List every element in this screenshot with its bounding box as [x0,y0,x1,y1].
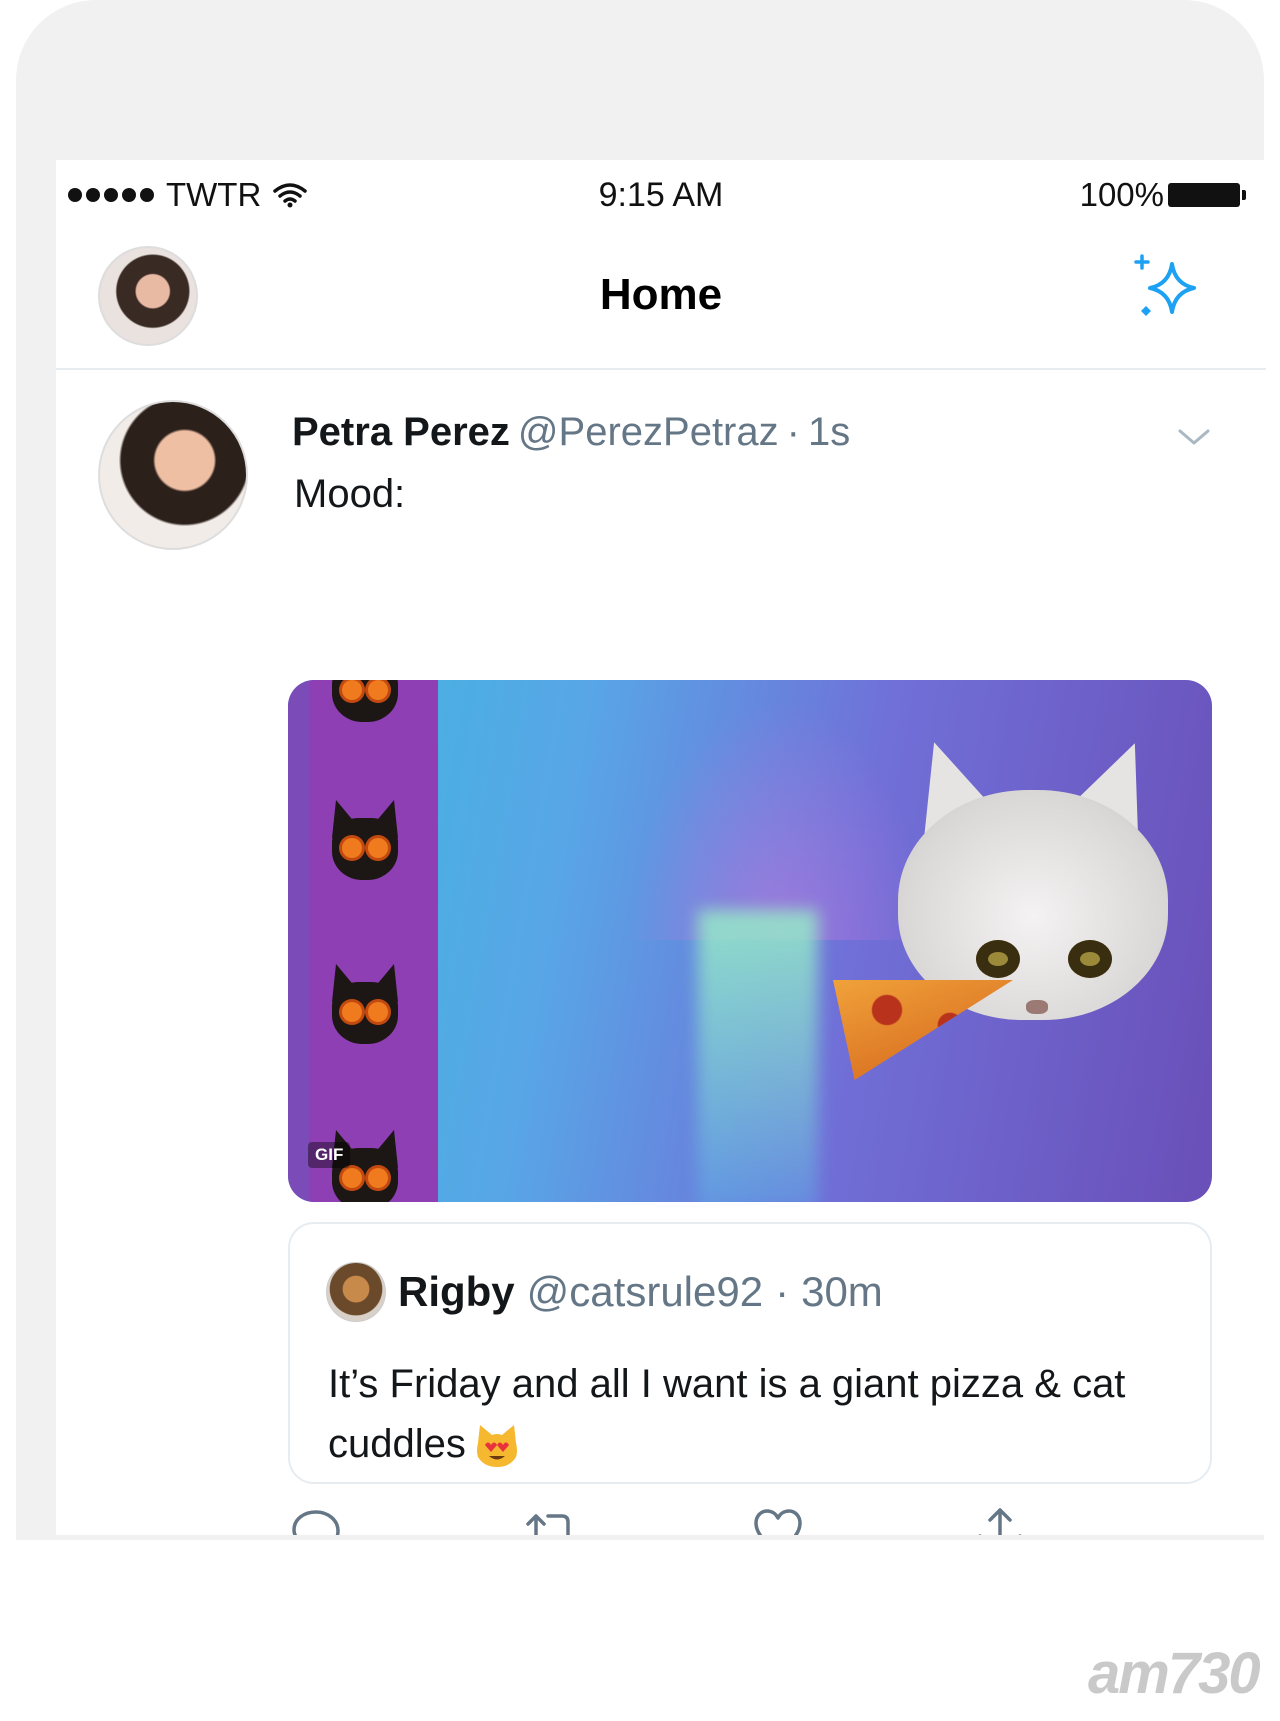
tweet-header: Petra Perez @PerezPetraz · 1s [292,410,850,455]
battery-percent: 100% [1079,176,1164,213]
tweet[interactable]: Petra Perez @PerezPetraz · 1s Mood: GIF … [56,372,1266,1535]
tweet-text: Mood: [294,472,406,516]
tweet-timestamp[interactable]: 1s [808,410,850,455]
media-glow [628,700,928,940]
quoted-tweet[interactable]: Rigby @catsrule92 · 30m It’s Friday and … [288,1222,1212,1484]
phone-screen: TWTR 9:15 AM 100% Home Petra Perez @Pere… [56,160,1266,1535]
media-light-beam [698,910,818,1202]
page-title: Home [599,270,723,319]
author-name[interactable]: Petra Perez [292,410,510,455]
sparkle-icon[interactable] [1128,250,1208,330]
quoted-author-name[interactable]: Rigby [398,1268,515,1316]
reply-icon[interactable] [288,1504,344,1535]
quoted-avatar[interactable] [326,1262,386,1322]
quoted-tweet-header: Rigby @catsrule92 · 30m [326,1262,883,1322]
like-icon[interactable] [750,1504,806,1535]
status-right: 100% [1080,176,1246,214]
quoted-author-handle[interactable]: @catsrule92 [527,1268,763,1316]
separator-dot: · [775,1268,790,1315]
retweet-icon[interactable] [524,1504,580,1535]
black-cat-image [326,680,404,730]
tweet-gif-media[interactable]: GIF [288,680,1212,1202]
black-cat-image [326,962,404,1052]
author-handle[interactable]: @PerezPetraz [518,410,779,455]
quoted-tweet-text-block: It’s Friday and all I want is a giant pi… [328,1354,1168,1474]
watermark-logo: am730 [1088,1641,1261,1706]
gif-badge: GIF [308,1142,351,1168]
heart-eyes-cat-emoji-icon [472,1421,522,1471]
quoted-timestamp[interactable]: 30m [801,1268,883,1316]
black-cat-image [326,798,404,888]
avatar[interactable] [98,400,248,550]
quoted-tweet-text: It’s Friday and all I want is a giant pi… [328,1362,1126,1466]
nav-bar: Home [56,230,1266,370]
tweet-actions [288,1504,1212,1535]
share-icon[interactable] [972,1504,1028,1535]
battery-icon [1168,183,1246,207]
phone-frame: TWTR 9:15 AM 100% Home Petra Perez @Pere… [16,0,1266,1540]
chevron-down-icon[interactable] [1174,422,1214,452]
media-cat-strip [288,680,438,1202]
status-bar: TWTR 9:15 AM 100% [56,160,1266,230]
separator-dot: · [786,410,800,454]
